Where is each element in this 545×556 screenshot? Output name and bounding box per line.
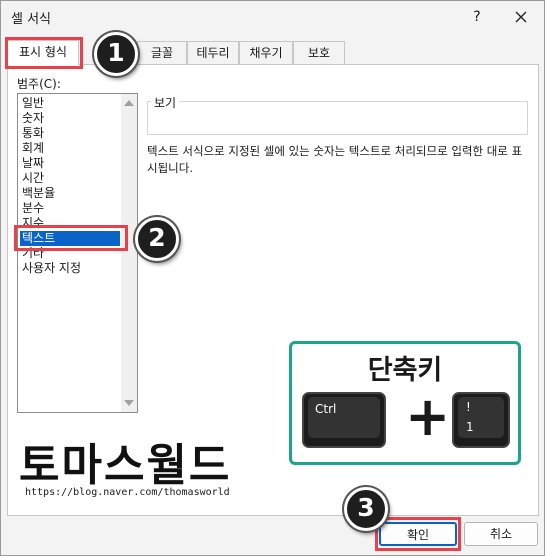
brand-logo-text: 토마스월드 bbox=[19, 440, 232, 491]
list-item[interactable]: 날짜 bbox=[20, 156, 120, 171]
one-key: ! 1 bbox=[452, 392, 510, 448]
list-item[interactable]: 통화 bbox=[20, 126, 120, 141]
close-button[interactable] bbox=[507, 6, 535, 28]
step-2-badge: 2 bbox=[135, 217, 179, 261]
shortcut-title: 단축키 bbox=[367, 355, 443, 386]
list-item[interactable]: 시간 bbox=[20, 171, 120, 186]
scroll-down-icon[interactable] bbox=[124, 400, 134, 406]
list-item[interactable]: 사용자 지정 bbox=[20, 261, 120, 276]
shortcut-callout: 단축키 Ctrl + ! 1 bbox=[289, 341, 521, 465]
tab-font[interactable]: 글꼴 bbox=[137, 41, 187, 64]
ctrl-key: Ctrl bbox=[302, 392, 386, 448]
tab-protection[interactable]: 보호 bbox=[293, 41, 345, 64]
list-scrollbar[interactable] bbox=[121, 94, 137, 412]
brand-url: https://blog.naver.com/thomasworld bbox=[25, 487, 230, 498]
help-button[interactable]: ? bbox=[463, 6, 491, 28]
list-item[interactable]: 백분율 bbox=[20, 186, 120, 201]
list-item[interactable]: 회계 bbox=[20, 141, 120, 156]
tab-fill[interactable]: 채우기 bbox=[239, 41, 293, 64]
sample-label: 보기 bbox=[151, 94, 180, 111]
list-item[interactable]: 숫자 bbox=[20, 111, 120, 126]
one-key-symbol: ! bbox=[466, 400, 471, 414]
step-3-badge: 3 bbox=[344, 487, 388, 531]
highlight-ok-button bbox=[375, 517, 461, 551]
tab-border[interactable]: 테두리 bbox=[187, 41, 239, 64]
close-icon bbox=[515, 11, 527, 23]
list-item[interactable]: 분수 bbox=[20, 201, 120, 216]
category-listbox[interactable]: 일반 숫자 통화 회계 날짜 시간 백분율 분수 지수 텍스트 기타 사용자 지… bbox=[17, 93, 138, 413]
scroll-up-icon[interactable] bbox=[124, 100, 134, 106]
cancel-button[interactable]: 취소 bbox=[464, 522, 538, 546]
sample-groupbox bbox=[147, 101, 528, 135]
dialog-title: 셀 서식 bbox=[11, 12, 52, 27]
category-label: 범주(C): bbox=[17, 77, 61, 91]
highlight-list-item bbox=[14, 225, 128, 251]
one-key-digit: 1 bbox=[466, 420, 474, 434]
format-description: 텍스트 서식으로 지정된 셀에 있는 숫자는 텍스트로 처리되므로 입력한 대로… bbox=[147, 144, 523, 175]
list-item[interactable]: 일반 bbox=[20, 96, 120, 111]
highlight-tab bbox=[5, 37, 83, 69]
title-bar: 셀 서식 ? bbox=[1, 1, 544, 33]
ctrl-key-label: Ctrl bbox=[315, 402, 337, 416]
plus-sign: + bbox=[405, 385, 451, 448]
format-cells-dialog: 셀 서식 ? 표시 형식 글꼴 테두리 채우기 보호 범주(C): 일반 숫자 … bbox=[0, 0, 545, 556]
step-1-badge: 1 bbox=[94, 32, 138, 76]
